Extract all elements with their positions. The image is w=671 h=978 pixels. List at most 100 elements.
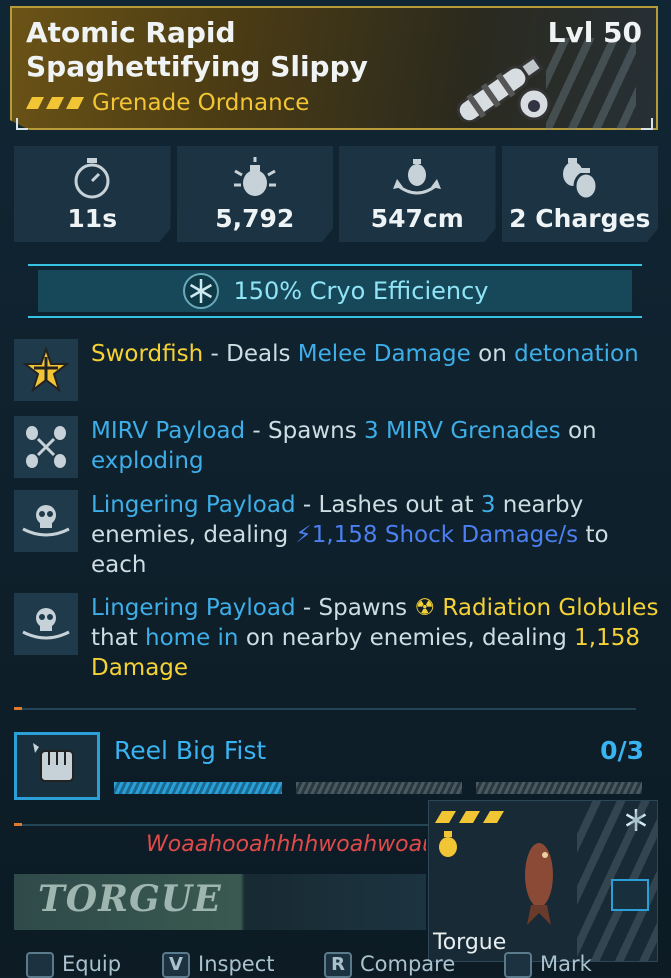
perk-text-segment: Lingering Payload [91,492,296,518]
item-preview-card[interactable]: Torgue [428,800,658,962]
grenade-charges-icon [562,158,599,200]
compare-button[interactable]: R Compare [324,952,456,978]
grenade-radius-icon [393,159,442,195]
rarity-chevrons-icon [435,811,504,823]
key-r: R [324,952,352,978]
inspect-button[interactable]: V Inspect [162,952,275,978]
stat-value: 547cm [370,204,464,233]
stat-charges: 2 Charges [501,146,658,242]
skull-payload-icon [22,608,70,640]
perk-text-segment: - Lashes out at [295,492,481,518]
inspect-label: Inspect [198,952,275,976]
action-footer: Equip V Inspect R Compare Mark [0,952,671,978]
perk-text-segment: Melee Damage [297,341,471,367]
mirv-payload-icon [26,426,66,468]
banner-edge [28,264,642,266]
item-subtitle: Grenade Ordnance [26,90,309,116]
item-header: Atomic Rapid Spaghettifying Slippy Lvl 5… [10,6,658,130]
divider-dash [14,707,22,710]
cryo-efficiency-text: 150% Cryo Efficiency [233,277,489,305]
mouse-icon [26,952,54,978]
stat-value: 5,792 [215,204,295,233]
item-title: Atomic Rapid Spaghettifying Slippy [26,16,368,83]
perk-text-segment: - Deals [203,341,298,367]
equip-label: Equip [62,952,122,976]
mod-count: 0/3 [600,736,644,765]
perk-row: MIRV Payload - Spawns 3 MIRV Grenades on… [14,416,658,478]
perk-text-segment: MIRV Payload [91,418,246,444]
perk-text-segment: ⚡1,158 Shock Damage/s [295,522,579,548]
corner-decoration [16,118,28,130]
item-type: Grenade Ordnance [92,90,310,116]
stat-divider [173,204,175,232]
perk-text-segment: detonation [514,341,639,367]
rarity-chevrons-icon [26,97,84,109]
banner-edge [28,316,642,318]
skull-payload-icon [22,505,70,537]
mod-icon-box [14,732,100,800]
manufacturer-banner: TORGUE [14,874,426,930]
perk-text-segment: - Spawns [295,595,415,621]
perk-icon-box [14,416,78,478]
divider-dash [14,823,22,826]
fist-icon [33,743,74,782]
manufacturer-logo: TORGUE [38,878,222,920]
stats-row: 11s 5,792 547cm 2 Charges [14,146,658,242]
header-stripe-decoration [546,38,636,130]
stat-radius: 547cm [339,146,496,242]
perk-text-segment: on [560,418,597,444]
perk-text-segment: Swordfish [91,341,204,367]
mod-progress-segment [296,782,462,794]
perk-text-segment: on nearby enemies, dealing [238,625,575,651]
stat-value: 11s [67,204,118,233]
perk-text-segment: home in [145,625,239,651]
stat-divider [335,204,337,232]
stopwatch-icon [74,158,110,199]
mod-badge-icon [611,879,649,911]
perk-row: Lingering Payload - Lashes out at 3 near… [14,490,658,580]
perk-text-segment: 3 [480,492,496,518]
mod-progress-segment [114,782,282,794]
item-level: Lvl 50 [547,16,642,49]
perk-text-segment: exploding [91,448,204,474]
mark-button[interactable]: Mark [504,952,592,978]
perk-description: Lingering Payload - Spawns ☢ Radiation G… [91,593,661,683]
cryo-efficiency-banner: 150% Cryo Efficiency [28,264,642,318]
perk-row: Lingering Payload - Spawns ☢ Radiation G… [14,593,658,683]
perk-icon-box [14,490,78,552]
stat-damage: 5,792 [176,146,337,242]
corner-decoration [641,118,653,130]
perk-icon-box [14,593,78,655]
perk-row: Swordfish - Deals Melee Damage on detona… [14,339,658,401]
equip-button[interactable]: Equip [26,952,122,978]
perk-text-segment: ☢ Radiation Globules [414,595,659,621]
mod-progress-segment [476,782,642,794]
perk-text-segment: - Spawns [245,418,364,444]
key-v: V [162,952,190,978]
item-card-panel: Atomic Rapid Spaghettifying Slippy Lvl 5… [0,0,671,978]
perk-text-segment: that [91,625,146,651]
perk-description: MIRV Payload - Spawns 3 MIRV Grenades on… [91,416,661,476]
mod-reel-big-fist[interactable]: Reel Big Fist 0/3 [14,732,658,802]
perk-text-segment: Lingering Payload [91,595,296,621]
perk-icon-box [14,339,78,401]
mark-label: Mark [540,952,592,976]
grenade-damage-icon [233,157,276,196]
section-divider [14,707,636,710]
swordfish-star-icon [23,347,69,393]
grenade-icon [439,831,457,857]
perk-description: Swordfish - Deals Melee Damage on detona… [91,339,661,369]
mod-name: Reel Big Fist [114,736,267,765]
perk-description: Lingering Payload - Lashes out at 3 near… [91,490,661,580]
mouse-icon [504,952,532,978]
perk-text-segment: on [470,341,515,367]
snowflake-icon [182,273,219,309]
perk-text-segment: 3 MIRV Grenades [364,418,561,444]
compare-label: Compare [360,952,456,976]
stat-divider [498,204,500,232]
cryo-bar: 150% Cryo Efficiency [38,270,632,312]
stat-value: 2 Charges [509,204,651,233]
grenade-art-icon [456,54,551,122]
stat-fuse-time: 11s [14,146,171,242]
flavor-text: Woaahooahhhhwoahwoau [146,832,426,857]
